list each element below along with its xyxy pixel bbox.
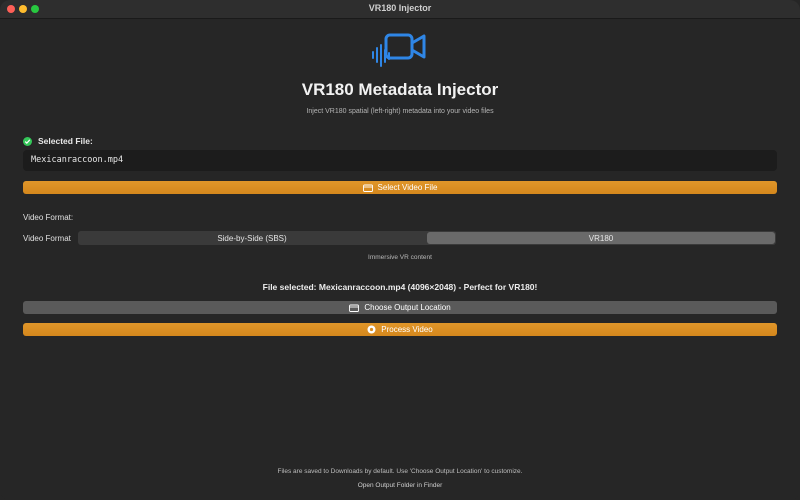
selected-file-label: Selected File: xyxy=(23,136,93,146)
app-subtitle: Inject VR180 spatial (left-right) metada… xyxy=(306,108,494,115)
choose-output-location-label: Choose Output Location xyxy=(364,303,451,312)
select-video-file-button[interactable]: Select Video File xyxy=(23,181,777,194)
app-window: VR180 Injector VR180 Metadata Injector I… xyxy=(0,0,800,500)
format-option-vr180[interactable]: VR180 xyxy=(427,232,775,244)
window-title: VR180 Injector xyxy=(368,3,432,13)
select-video-file-label: Select Video File xyxy=(377,183,438,192)
process-video-button[interactable]: Process Video xyxy=(23,323,777,336)
format-option-sbs[interactable]: Side-by-Side (SBS) xyxy=(78,231,426,245)
app-title: VR180 Metadata Injector xyxy=(301,80,499,99)
choose-output-location-button[interactable]: Choose Output Location xyxy=(23,301,777,314)
process-video-label: Process Video xyxy=(381,325,433,334)
format-description: Immersive VR content xyxy=(368,254,432,261)
video-camera-waveform-icon xyxy=(370,28,426,70)
title-bar: VR180 Injector xyxy=(0,0,800,19)
video-format-row-label: Video Format xyxy=(23,234,71,243)
video-format-segmented-control: Side-by-Side (SBS) VR180 xyxy=(78,231,776,245)
folder-icon xyxy=(349,304,360,312)
selected-file-label-text: Selected File: xyxy=(38,136,93,146)
open-output-folder-link[interactable]: Open Output Folder in Finder xyxy=(0,482,800,489)
selected-file-field[interactable]: Mexicanraccoon.mp4 xyxy=(23,150,777,171)
gear-icon xyxy=(367,325,376,334)
footer-note: Files are saved to Downloads by default.… xyxy=(277,468,523,475)
checkmark-circle-icon xyxy=(23,136,32,146)
file-status-message: File selected: Mexicanraccoon.mp4 (4096×… xyxy=(262,282,538,292)
folder-icon xyxy=(362,184,373,192)
video-format-heading: Video Format: xyxy=(23,213,74,222)
